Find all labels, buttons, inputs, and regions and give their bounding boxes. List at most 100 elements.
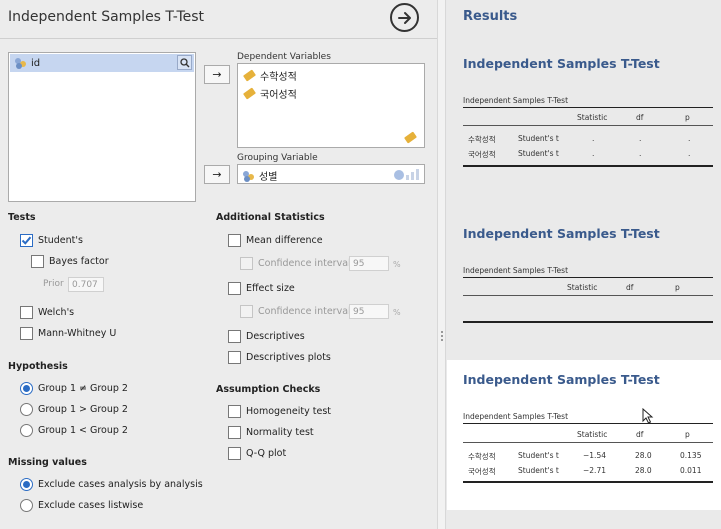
header-divider: [0, 38, 437, 39]
exclude-analysis-radio[interactable]: Exclude cases analysis by analysis: [20, 478, 203, 491]
dependent-var-name: 수학성적: [260, 72, 297, 83]
table-cell: −1.54: [583, 451, 606, 460]
nominal-variable-icon: [15, 58, 27, 69]
column-header: p: [685, 430, 690, 439]
grouping-item[interactable]: 성별: [243, 168, 277, 183]
variable-list[interactable]: id: [8, 52, 196, 202]
dependent-variables-box[interactable]: 수학성적 국어성적: [237, 63, 425, 148]
descriptives-label: Descriptives: [246, 331, 305, 342]
checkbox-box: [240, 257, 253, 270]
descriptives-plots-label: Descriptives plots: [246, 352, 331, 363]
grouping-var-name: 성별: [259, 172, 278, 183]
ci-effect-checkbox[interactable]: Confidence interval: [240, 305, 351, 318]
mean-diff-label: Mean difference: [246, 235, 323, 246]
grouping-variable-box[interactable]: 성별: [237, 164, 425, 184]
move-to-grouping-button[interactable]: →: [204, 165, 230, 184]
results-header: Results: [463, 9, 518, 24]
hypothesis-neq-radio[interactable]: Group 1 ≠ Group 2: [20, 382, 128, 395]
column-header: df: [626, 283, 634, 292]
grouping-label: Grouping Variable: [237, 153, 318, 163]
radio-dot: [20, 403, 33, 416]
normality-checkbox[interactable]: Normality test: [228, 426, 314, 439]
hypothesis-option-label: Group 1 < Group 2: [38, 425, 128, 436]
tests-header: Tests: [8, 212, 36, 223]
table-header-rule: [463, 295, 713, 296]
table-header-rule: [463, 125, 713, 126]
table-cell: .: [592, 134, 595, 143]
checkbox-box: [228, 282, 241, 295]
table-cell: 0.135: [680, 451, 702, 460]
bayes-label: Bayes factor: [49, 256, 109, 267]
table-cell: 28.0: [635, 451, 652, 460]
prior-input[interactable]: 0.707: [68, 277, 104, 292]
checkmark-icon: [20, 234, 33, 247]
table-top-rule: [463, 277, 713, 278]
bayes-factor-checkbox[interactable]: Bayes factor: [31, 255, 109, 268]
table-title: Independent Samples T-Test: [463, 56, 660, 71]
column-header: p: [685, 113, 690, 122]
options-panel: Independent Samples T-Test id → Dependen…: [0, 0, 437, 529]
table-caption: Independent Samples T-Test: [463, 412, 569, 421]
results-panel: Results Independent Samples T-Test Indep…: [447, 0, 721, 529]
ci-mean-checkbox[interactable]: Confidence interval: [240, 257, 351, 270]
hypothesis-gt-radio[interactable]: Group 1 > Group 2: [20, 403, 128, 416]
checkbox-box: [228, 351, 241, 364]
table-cell: −2.71: [583, 466, 606, 475]
table-caption: Independent Samples T-Test: [463, 266, 569, 275]
radio-dot: [20, 499, 33, 512]
table-cell: 수학성적: [468, 135, 496, 144]
mann-label: Mann-Whitney U: [38, 328, 117, 339]
exclude-listwise-radio[interactable]: Exclude cases listwise: [20, 499, 143, 512]
checkbox-box: [228, 234, 241, 247]
missing-option-label: Exclude cases listwise: [38, 500, 144, 511]
mean-difference-checkbox[interactable]: Mean difference: [228, 234, 323, 247]
variable-item-id[interactable]: id: [10, 54, 194, 72]
ci-mean-input[interactable]: 95: [349, 256, 389, 271]
table-cell: 수학성적: [468, 452, 496, 461]
column-header: df: [636, 430, 644, 439]
checkbox-box: [31, 255, 44, 268]
welch-checkbox[interactable]: Welch's: [20, 306, 74, 319]
table-cell: 0.011: [680, 466, 702, 475]
variable-name: id: [31, 57, 41, 69]
panel-splitter[interactable]: [437, 0, 446, 529]
mann-whitney-checkbox[interactable]: Mann-Whitney U: [20, 327, 116, 340]
drag-handle-icon[interactable]: [441, 331, 443, 341]
missing-values-header: Missing values: [8, 457, 87, 468]
descriptives-checkbox[interactable]: Descriptives: [228, 330, 305, 343]
table-cell: .: [592, 149, 595, 158]
descriptives-plots-checkbox[interactable]: Descriptives plots: [228, 351, 331, 364]
result-table-3[interactable]: Independent Samples T-Test Independent S…: [447, 360, 721, 510]
percent-label: %: [393, 308, 401, 317]
effect-size-checkbox[interactable]: Effect size: [228, 282, 295, 295]
students-label: Student's: [38, 235, 83, 246]
percent-label: %: [393, 260, 401, 269]
dependent-item[interactable]: 수학성적: [242, 68, 297, 83]
result-table-1[interactable]: Independent Samples T-Test Independent S…: [447, 50, 721, 180]
run-arrow-icon[interactable]: [390, 3, 419, 32]
checkbox-box: [228, 330, 241, 343]
table-cell: .: [688, 134, 691, 143]
students-checkbox[interactable]: Student's: [20, 234, 83, 247]
table-cell: 국어성적: [468, 467, 496, 476]
search-icon[interactable]: [177, 55, 192, 70]
table-header-rule: [463, 442, 713, 443]
dependent-var-name: 국어성적: [260, 90, 297, 101]
column-header: Statistic: [577, 430, 608, 439]
table-cell: .: [639, 149, 642, 158]
column-header: Statistic: [577, 113, 608, 122]
additional-stats-header: Additional Statistics: [216, 212, 325, 223]
checkbox-box: [240, 305, 253, 318]
radio-dot: [20, 424, 33, 437]
qq-plot-checkbox[interactable]: Q-Q plot: [228, 447, 286, 460]
result-table-2[interactable]: Independent Samples T-Test Independent S…: [447, 220, 721, 330]
checkbox-box: [228, 426, 241, 439]
ci-effect-input[interactable]: 95: [349, 304, 389, 319]
ci-label: Confidence interval: [258, 306, 351, 317]
homogeneity-checkbox[interactable]: Homogeneity test: [228, 405, 331, 418]
dependent-item[interactable]: 국어성적: [242, 86, 297, 101]
hypothesis-lt-radio[interactable]: Group 1 < Group 2: [20, 424, 128, 437]
move-to-dependent-button[interactable]: →: [204, 65, 230, 84]
table-top-rule: [463, 423, 713, 424]
checkbox-box: [228, 405, 241, 418]
